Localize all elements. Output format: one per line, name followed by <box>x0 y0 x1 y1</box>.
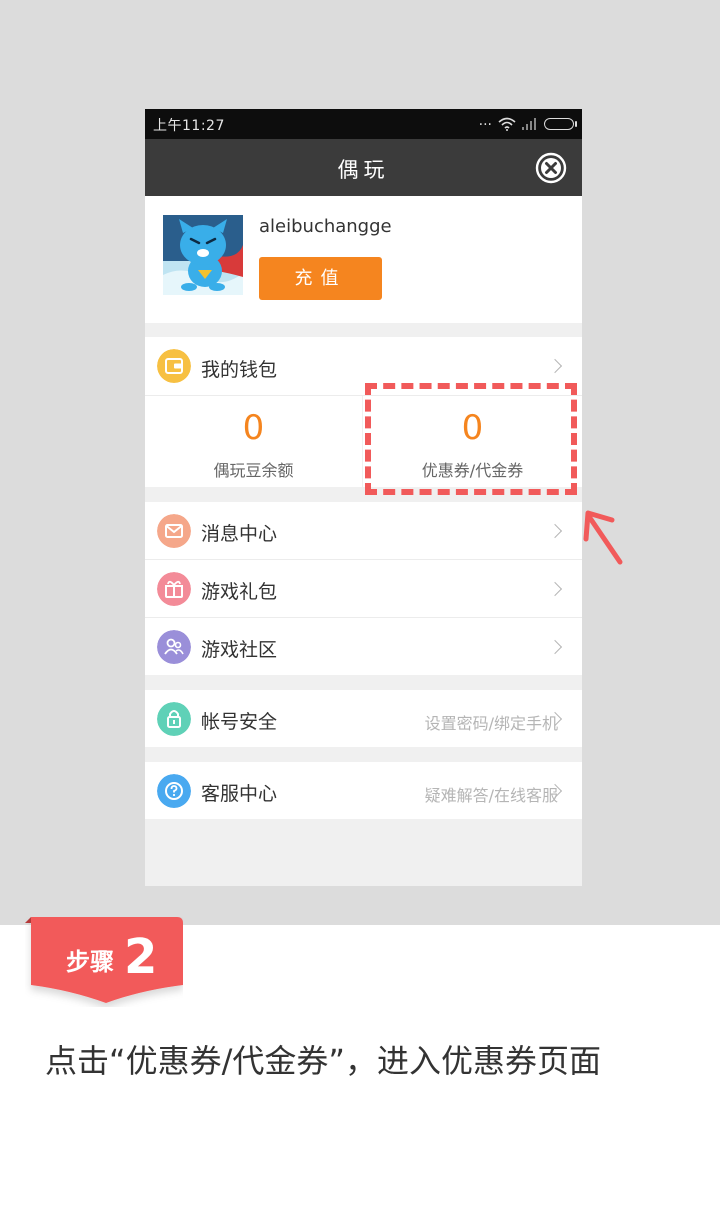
status-icons: ... <box>478 113 577 131</box>
help-icon <box>157 774 191 808</box>
service-sub: 疑难解答/在线客服 <box>424 786 558 805</box>
username: aleibuchangge <box>259 216 392 237</box>
phone-screen: 上午11:27 ... 偶玩 aleibuchangge 充值 我的钱包 0 偶… <box>145 109 582 886</box>
balance-label: 偶玩豆余额 <box>213 461 294 480</box>
customer-service-row[interactable]: 客服中心 疑难解答/在线客服 <box>145 762 582 819</box>
wifi-icon <box>498 117 516 131</box>
community-icon <box>157 630 191 664</box>
status-time: 上午11:27 <box>153 118 225 134</box>
gift-icon <box>157 572 191 606</box>
recharge-button[interactable]: 充值 <box>259 257 382 300</box>
battery-icon <box>544 118 577 130</box>
menu-item-messages[interactable]: 消息中心 <box>145 502 582 559</box>
signal-icon <box>522 118 536 130</box>
instruction-text: 点击“优惠券/代金券”，进入优惠券页面 <box>45 1042 601 1080</box>
step-label: 步骤 <box>66 948 114 976</box>
status-bar: 上午11:27 ... <box>145 109 582 139</box>
title-bar: 偶玩 <box>145 139 582 196</box>
wallet-icon <box>157 349 191 383</box>
step-number: 2 <box>124 929 158 985</box>
menu-label: 游戏礼包 <box>201 581 278 603</box>
balance-cell[interactable]: 0 偶玩豆余额 <box>145 396 362 487</box>
status-dots: ... <box>478 113 492 129</box>
page-title: 偶玩 <box>337 158 390 182</box>
chevron-right-icon <box>547 523 563 539</box>
menu-label: 消息中心 <box>201 523 278 545</box>
close-icon[interactable] <box>535 152 567 184</box>
chevron-right-icon <box>547 581 563 597</box>
service-label: 客服中心 <box>201 783 278 805</box>
account-sub: 设置密码/绑定手机 <box>424 714 558 733</box>
mail-icon <box>157 514 191 548</box>
lock-icon <box>157 702 191 736</box>
avatar[interactable] <box>163 215 243 295</box>
pointer-arrow-icon <box>583 510 623 565</box>
menu-item-community[interactable]: 游戏社区 <box>145 618 582 675</box>
wallet-label: 我的钱包 <box>201 359 278 381</box>
menu-item-gifts[interactable]: 游戏礼包 <box>145 560 582 617</box>
account-security-row[interactable]: 帐号安全 设置密码/绑定手机 <box>145 690 582 747</box>
menu-label: 游戏社区 <box>201 639 278 661</box>
balance-value: 0 <box>242 408 265 448</box>
coupon-highlight-box <box>365 383 577 495</box>
profile-card: aleibuchangge 充值 <box>145 196 582 323</box>
account-label: 帐号安全 <box>201 711 278 733</box>
chevron-right-icon <box>547 639 563 655</box>
chevron-right-icon <box>547 358 563 374</box>
